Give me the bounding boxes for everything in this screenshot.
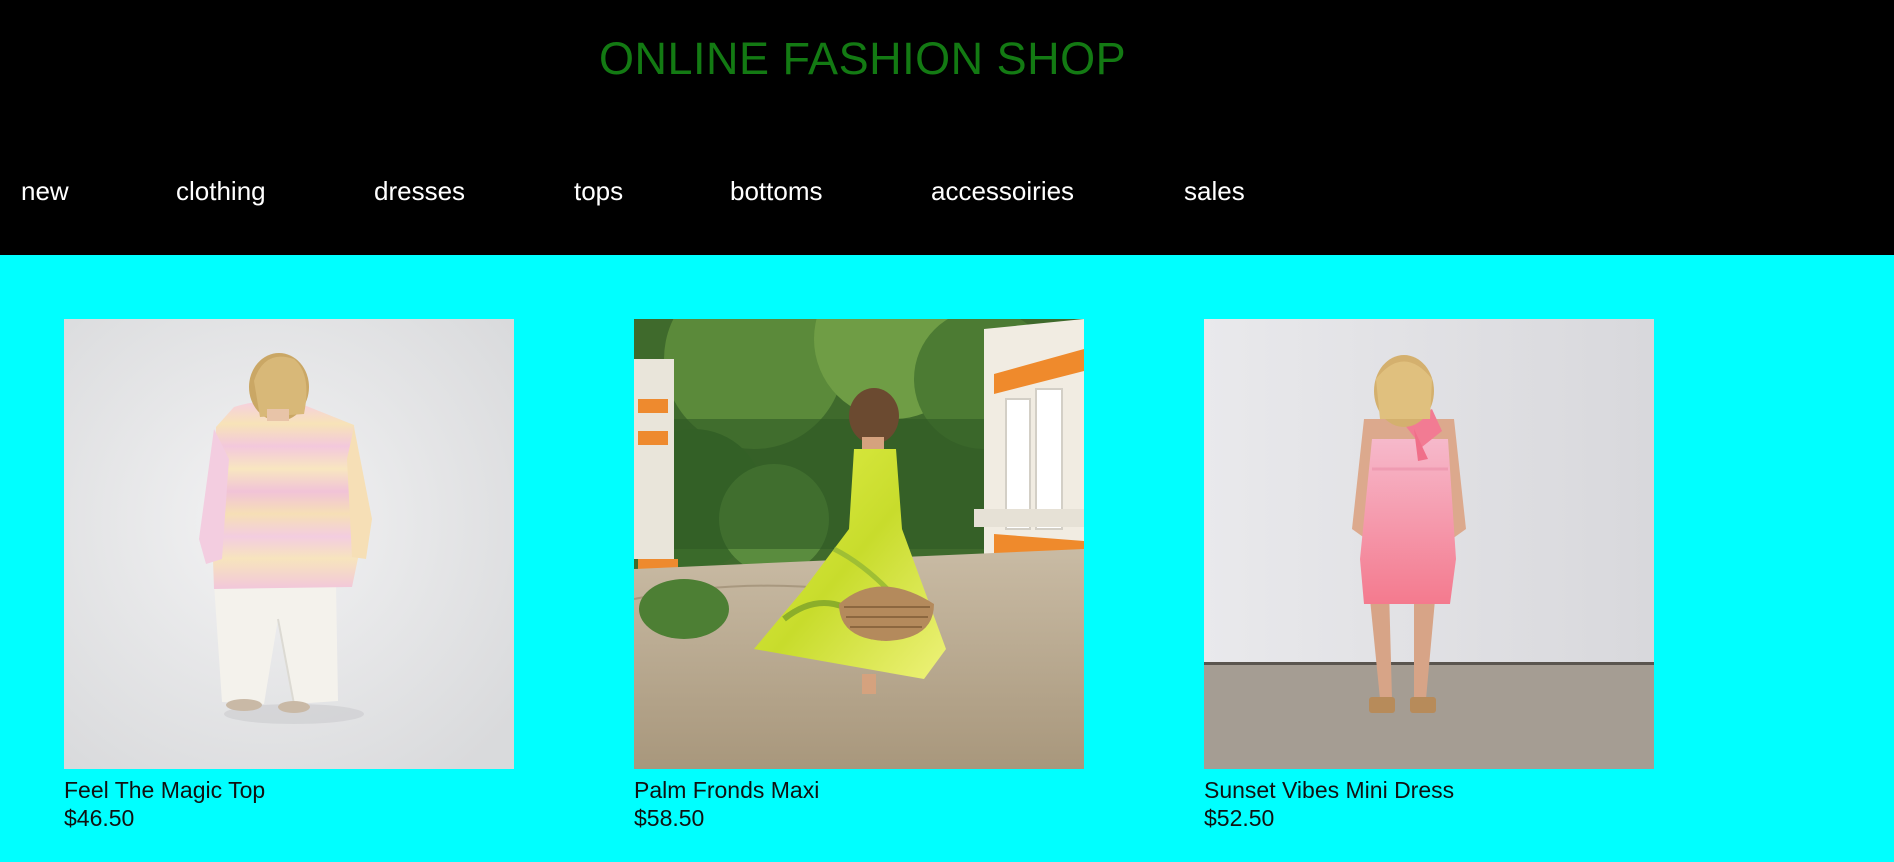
product-grid: Feel The Magic Top $46.50 Palm Fronds Ma… xyxy=(0,255,1894,862)
nav-item-clothing[interactable]: clothing xyxy=(176,174,266,208)
product-name[interactable]: Sunset Vibes Mini Dress xyxy=(1204,776,1654,804)
nav-item-accessoiries[interactable]: accessoiries xyxy=(931,174,1074,208)
product-image[interactable] xyxy=(1204,319,1654,769)
product-image[interactable] xyxy=(64,319,514,769)
site-header: ONLINE FASHION SHOP new clothing dresses… xyxy=(0,0,1894,255)
product-image[interactable] xyxy=(634,319,1084,769)
nav-item-tops[interactable]: tops xyxy=(574,174,623,208)
nav-item-bottoms[interactable]: bottoms xyxy=(730,174,823,208)
page: ONLINE FASHION SHOP new clothing dresses… xyxy=(0,0,1894,862)
product-price: $58.50 xyxy=(634,805,705,831)
product-price: $46.50 xyxy=(64,805,135,831)
nav-item-dresses[interactable]: dresses xyxy=(374,174,465,208)
product-card[interactable]: Sunset Vibes Mini Dress $52.50 xyxy=(1204,319,1654,832)
product-price: $52.50 xyxy=(1204,805,1275,831)
product-card[interactable]: Palm Fronds Maxi $58.50 xyxy=(634,319,1084,832)
nav-item-new[interactable]: new xyxy=(21,174,69,208)
product-name[interactable]: Palm Fronds Maxi xyxy=(634,776,1084,804)
product-card[interactable]: Feel The Magic Top $46.50 xyxy=(64,319,514,832)
product-name[interactable]: Feel The Magic Top xyxy=(64,776,514,804)
shop-title: ONLINE FASHION SHOP xyxy=(599,33,1127,84)
nav-item-sales[interactable]: sales xyxy=(1184,174,1245,208)
